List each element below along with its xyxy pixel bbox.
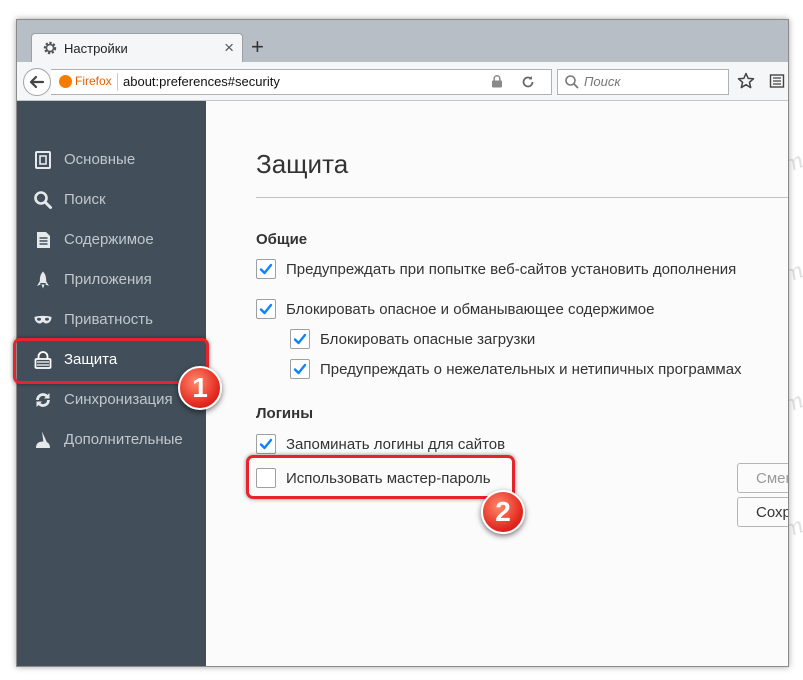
- sidebar-item-content[interactable]: Содержимое: [17, 220, 206, 260]
- privacy-mask-icon: [34, 315, 52, 324]
- checkbox[interactable]: [290, 359, 310, 379]
- sidebar-item-label: Синхронизация: [64, 391, 173, 408]
- search-box[interactable]: Поиск: [557, 69, 729, 95]
- checkbox-label: Предупреждать о нежелательных и нетипичн…: [320, 361, 742, 378]
- sidebar-item-advanced[interactable]: Дополнительные: [17, 420, 206, 460]
- identity-label: Firefox: [75, 74, 112, 88]
- preferences-content: Защита Общие Предупреждать при попытке в…: [206, 101, 788, 666]
- sync-icon: [36, 393, 50, 407]
- checkbox-label: Блокировать опасные загрузки: [320, 331, 536, 348]
- tab-title: Настройки: [64, 41, 128, 56]
- saved-logins-button[interactable]: Сохр: [737, 497, 788, 527]
- highlight-master-password: [246, 455, 515, 499]
- checkmark-icon: [293, 363, 307, 375]
- tab-bar: Настройки × +: [17, 20, 788, 63]
- checkmark-icon: [293, 333, 307, 345]
- checkbox-label: Блокировать опасное и обманывающее содер…: [286, 301, 655, 318]
- navigation-bar: Firefox about:preferences#security Поиск: [17, 62, 788, 101]
- checkmark-icon: [259, 303, 273, 315]
- checkmark-icon: [259, 263, 273, 275]
- search-icon: [565, 75, 579, 89]
- sidebar-item-label: Содержимое: [64, 231, 154, 248]
- checkmark-icon: [259, 438, 273, 450]
- search-placeholder: Поиск: [584, 74, 621, 89]
- sidebar-item-applications[interactable]: Приложения: [17, 260, 206, 300]
- sidebar-item-label: Приложения: [64, 271, 152, 288]
- advanced-icon: [36, 431, 50, 448]
- title-divider: [256, 197, 788, 198]
- bookmark-star-icon[interactable]: [737, 72, 755, 90]
- applications-icon: [37, 271, 49, 289]
- url-text[interactable]: about:preferences#security: [123, 74, 280, 89]
- step-badge-1: 1: [178, 366, 222, 410]
- new-tab-button[interactable]: +: [251, 34, 264, 60]
- url-bar[interactable]: Firefox about:preferences#security: [51, 69, 552, 95]
- bookmarks-list-icon[interactable]: [769, 73, 785, 89]
- checkbox[interactable]: [256, 299, 276, 319]
- arrow-left-icon: [29, 75, 45, 89]
- section-heading-general: Общие: [256, 231, 308, 248]
- step-badge-2: 2: [481, 490, 525, 534]
- sidebar-item-search[interactable]: Поиск: [17, 180, 206, 220]
- section-heading-logins: Логины: [256, 405, 314, 422]
- sidebar-item-label: Дополнительные: [64, 431, 183, 448]
- url-separator: [117, 73, 118, 91]
- sidebar-item-label: Приватность: [64, 311, 153, 328]
- checkbox[interactable]: [256, 434, 276, 454]
- checkbox[interactable]: [290, 329, 310, 349]
- gear-icon: [43, 41, 57, 55]
- general-icon: [35, 151, 51, 169]
- tab-preferences[interactable]: Настройки ×: [31, 33, 243, 63]
- sidebar-item-label: Поиск: [64, 191, 106, 208]
- page-title: Защита: [256, 149, 349, 179]
- reload-icon[interactable]: [519, 73, 537, 91]
- checkbox[interactable]: [256, 259, 276, 279]
- sidebar-item-label: Основные: [64, 151, 136, 168]
- firefox-icon: [59, 75, 72, 88]
- back-button[interactable]: [23, 68, 51, 96]
- content-icon: [37, 232, 50, 248]
- checkbox-label: Предупреждать при попытке веб-сайтов уст…: [286, 261, 737, 278]
- close-tab-button[interactable]: ×: [224, 38, 234, 58]
- sidebar-item-general[interactable]: Основные: [17, 140, 206, 180]
- change-master-password-button[interactable]: Смени: [737, 463, 788, 493]
- checkbox-label: Запоминать логины для сайтов: [286, 436, 506, 453]
- padlock-icon: [492, 75, 502, 88]
- sidebar-item-privacy[interactable]: Приватность: [17, 300, 206, 340]
- search-icon: [34, 191, 52, 209]
